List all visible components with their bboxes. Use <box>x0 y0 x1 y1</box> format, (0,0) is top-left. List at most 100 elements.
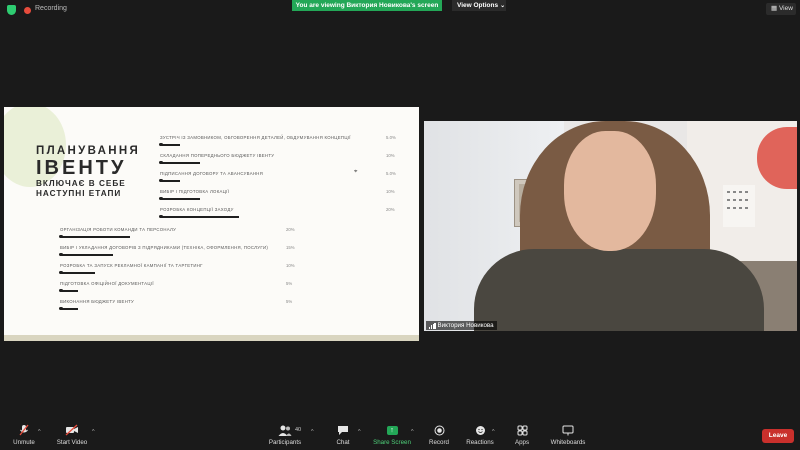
slide-title: ПЛАНУВАННЯ ІВЕНТУ ВКЛЮЧАЄ В СЕБЕ НАСТУПН… <box>36 145 156 199</box>
zoom-meeting-window: Recording You are viewing Виктория Новик… <box>0 0 800 450</box>
step-label: ПІДГОТОВКА ОФІЦІЙНОЇ ДОКУМЕНТАЦІЇ <box>60 281 154 286</box>
unmute-label: Unmute <box>13 439 35 446</box>
shared-screen-slide: ПЛАНУВАННЯ ІВЕНТУ ВКЛЮЧАЄ В СЕБЕ НАСТУПН… <box>4 107 419 341</box>
step-label: ПІДПИСАННЯ ДОГОВОРУ ТА АВАНСУВАННЯ <box>160 171 264 176</box>
chat-icon <box>337 424 349 436</box>
mouse-cursor-icon: ⌖ <box>354 169 358 175</box>
audio-options-caret-icon[interactable]: ^ <box>38 429 41 435</box>
participant-sweater <box>474 249 764 331</box>
step-item: ПІДГОТОВКА ОФІЦІЙНОЇ ДОКУМЕНТАЦІЇ 5% <box>59 281 306 293</box>
step-percent: 10% <box>286 263 295 268</box>
record-icon <box>434 424 445 436</box>
step-item: ОРГАНІЗАЦІЯ РОБОТИ КОМАНДИ ТА ПЕРСОНАЛУ 2… <box>59 227 306 239</box>
video-options-caret-icon[interactable]: ^ <box>92 429 95 435</box>
participants-label: Participants <box>268 439 302 446</box>
step-label: РОЗРОБКА ТА ЗАПУСК РЕКЛАМНОЇ КАМПАНІЇ ТА… <box>60 263 203 268</box>
step-item: ВИКОНАННЯ БЮДЖЕТУ ІВЕНТУ 5% <box>59 299 306 311</box>
step-item: ЗУСТРІЧ ІЗ ЗАМОВНИКОМ, ОБГОВОРЕННЯ ДЕТАЛ… <box>159 135 406 147</box>
step-label: ВИБІР І УКЛАДАННЯ ДОГОВОРІВ З ПІДРЯДНИКА… <box>60 245 269 250</box>
chevron-down-icon: ⌄ <box>500 3 506 9</box>
start-video-button[interactable]: Start Video <box>50 424 94 446</box>
step-percent: 5.0% <box>386 135 396 140</box>
step-progress-bar <box>59 253 113 256</box>
chat-button[interactable]: Chat <box>321 424 365 446</box>
step-percent: 10% <box>386 153 395 158</box>
recording-label: Recording <box>35 5 67 12</box>
record-button[interactable]: Record <box>417 424 461 446</box>
step-label: ВИБІР І ПІДГОТОВКА ЛОКАЦІЇ <box>160 189 230 194</box>
step-percent: 5% <box>286 281 293 286</box>
reactions-label: Reactions <box>466 439 494 446</box>
whiteboards-button[interactable]: Whiteboards <box>546 424 590 446</box>
view-button[interactable]: ▦ View <box>766 3 796 15</box>
participant-name: Виктория Новикова <box>437 322 494 329</box>
smiley-icon <box>475 424 486 436</box>
step-percent: 5% <box>286 299 293 304</box>
share-screen-label: Share Screen <box>373 439 411 446</box>
participant-video-tile[interactable]: Виктория Новикова <box>424 121 797 331</box>
step-progress-bar <box>159 143 180 146</box>
title-line-3b: НАСТУПНІ ЕТАПИ <box>36 189 122 198</box>
view-button-label: View <box>778 5 793 12</box>
viewing-banner: You are viewing Виктория Новикова's scre… <box>292 0 442 11</box>
step-percent: 10% <box>386 189 395 194</box>
step-progress-bar <box>59 307 78 310</box>
leave-button[interactable]: Leave <box>762 429 794 443</box>
signal-strength-icon <box>429 322 436 329</box>
reactions-button[interactable]: Reactions <box>458 424 502 446</box>
title-line-1: ПЛАНУВАННЯ <box>36 145 141 157</box>
participants-icon <box>278 424 292 436</box>
slide-bottom-band <box>4 335 419 341</box>
recording-icon <box>24 7 31 14</box>
apps-button[interactable]: Apps <box>500 424 544 446</box>
shield-icon[interactable] <box>7 5 16 15</box>
step-label: ЗУСТРІЧ ІЗ ЗАМОВНИКОМ, ОБГОВОРЕННЯ ДЕТАЛ… <box>160 135 351 140</box>
step-percent: 20% <box>286 227 295 232</box>
step-item: РОЗРОБКА КОНЦЕПЦІЇ ЗАХОДУ 20% <box>159 207 406 219</box>
step-percent: 20% <box>386 207 395 212</box>
title-line-3a: ВКЛЮЧАЄ В СЕБЕ <box>36 179 126 188</box>
step-percent: 15% <box>286 245 295 250</box>
share-screen-button[interactable]: ↑ Share Screen <box>370 424 414 446</box>
step-item: РОЗРОБКА ТА ЗАПУСК РЕКЛАМНОЇ КАМПАНІЇ ТА… <box>59 263 306 275</box>
step-progress-bar <box>159 161 200 164</box>
view-options-button[interactable]: View Options ⌄ <box>452 0 506 11</box>
whiteboard-icon <box>562 424 574 436</box>
reactions-caret-icon[interactable]: ^ <box>492 429 495 435</box>
step-item: СКЛАДАННЯ ПОПЕРЕДНЬОГО БЮДЖЕТУ ІВЕНТУ 10% <box>159 153 406 165</box>
step-progress-bar <box>59 271 95 274</box>
unmute-button[interactable]: Unmute <box>2 424 46 446</box>
step-progress-bar <box>59 289 78 292</box>
step-progress-bar <box>59 235 130 238</box>
whiteboards-label: Whiteboards <box>550 439 586 446</box>
grid-icon: ▦ <box>771 5 778 12</box>
view-options-label: View Options <box>457 2 499 9</box>
step-item: ПІДПИСАННЯ ДОГОВОРУ ТА АВАНСУВАННЯ 5.0% <box>159 171 406 183</box>
apps-icon <box>517 424 528 436</box>
share-screen-caret-icon[interactable]: ^ <box>411 429 414 435</box>
start-video-label: Start Video <box>56 439 88 446</box>
apps-label: Apps <box>514 439 530 446</box>
step-item: ВИБІР І ПІДГОТОВКА ЛОКАЦІЇ 10% <box>159 189 406 201</box>
step-label: РОЗРОБКА КОНЦЕПЦІЇ ЗАХОДУ <box>160 207 234 212</box>
participant-name-tag: Виктория Новикова <box>426 321 497 330</box>
chat-label: Chat <box>336 439 350 446</box>
record-label: Record <box>429 439 449 446</box>
step-item: ВИБІР І УКЛАДАННЯ ДОГОВОРІВ З ПІДРЯДНИКА… <box>59 245 306 257</box>
step-label: ОРГАНІЗАЦІЯ РОБОТИ КОМАНДИ ТА ПЕРСОНАЛУ <box>60 227 177 232</box>
chat-caret-icon[interactable]: ^ <box>358 429 361 435</box>
participants-count: 40 <box>295 427 302 433</box>
share-screen-icon: ↑ <box>386 425 398 435</box>
step-percent: 5.0% <box>386 171 396 176</box>
wall-calendar <box>723 185 755 227</box>
title-line-2: ІВЕНТУ <box>36 157 127 179</box>
participants-caret-icon[interactable]: ^ <box>311 429 314 435</box>
top-bar: Recording You are viewing Виктория Новик… <box>0 0 800 20</box>
mic-muted-icon <box>18 424 30 436</box>
step-progress-bar <box>159 179 180 182</box>
participant-face <box>564 131 656 251</box>
step-progress-bar <box>159 215 239 218</box>
video-off-icon <box>65 424 79 436</box>
step-label: ВИКОНАННЯ БЮДЖЕТУ ІВЕНТУ <box>60 299 135 304</box>
step-progress-bar <box>159 197 200 200</box>
